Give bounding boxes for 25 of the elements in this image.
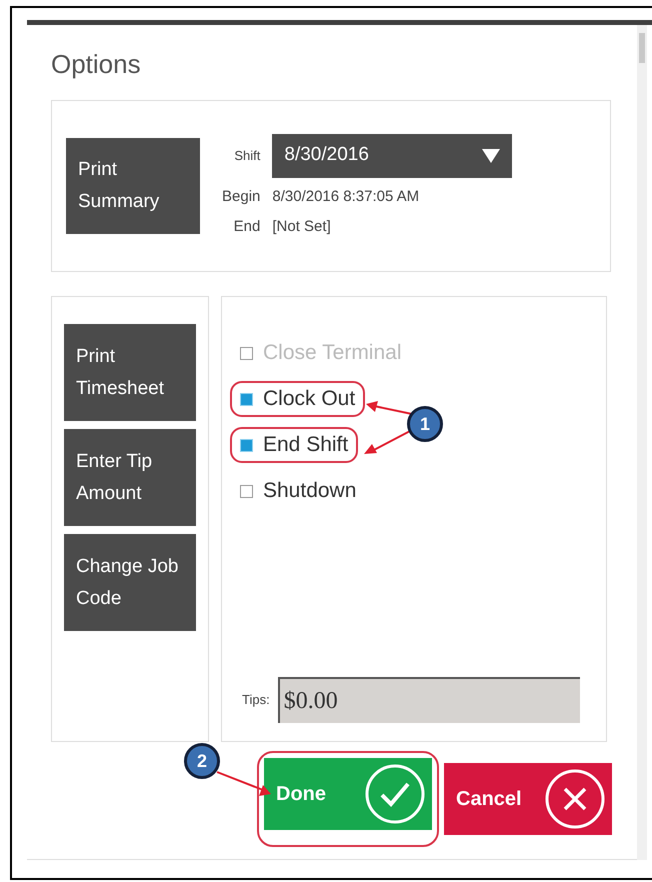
option-checkbox[interactable]: Shutdown (230, 473, 366, 509)
dialog-title: Options (51, 48, 142, 81)
cancel-button[interactable]: Cancel (444, 763, 612, 835)
dropdown-arrow-icon (482, 148, 500, 162)
scrollbar-thumb[interactable] (639, 33, 645, 63)
print-summary-button[interactable]: Print Summary (66, 138, 200, 234)
shift-dropdown[interactable]: 8/30/2016 (272, 134, 512, 178)
callout-badge: 1 (407, 406, 443, 442)
callout-badge: 2 (184, 743, 220, 779)
begin-label: Begin (222, 186, 260, 206)
option-checkbox[interactable]: Clock Out (230, 381, 366, 417)
tips-field[interactable]: $0.00 (278, 677, 580, 723)
action-button[interactable]: Enter Tip Amount (64, 429, 196, 526)
check-circle-icon (364, 763, 426, 825)
scrollbar[interactable] (637, 25, 647, 860)
tips-label: Tips: (242, 691, 270, 710)
arrow-drawing (215, 770, 273, 798)
end-label: End (232, 217, 260, 237)
action-button[interactable]: Change Job Code (64, 534, 196, 631)
action-button[interactable]: Print Timesheet (64, 324, 196, 421)
end-value: [Not Set] (272, 217, 332, 237)
begin-value: 8/30/2016 8:37:05 AM (272, 186, 420, 206)
option-checkbox[interactable]: End Shift (230, 427, 358, 463)
close-circle-icon (544, 768, 606, 830)
shift-label: Shift (233, 146, 260, 165)
